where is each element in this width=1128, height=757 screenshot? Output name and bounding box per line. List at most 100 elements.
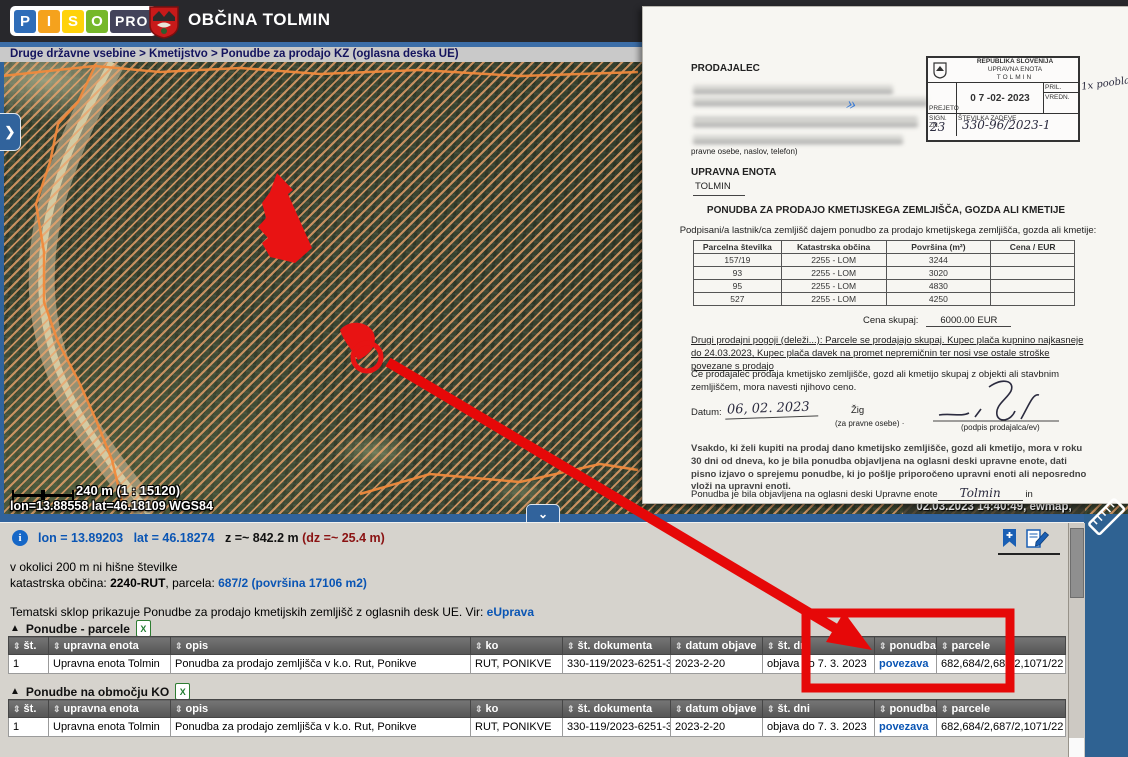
- stamp-date: 0 7 -02- 2023: [957, 83, 1044, 113]
- edit-report-icon[interactable]: [1026, 528, 1050, 549]
- sort-opis[interactable]: ⇕opis: [171, 637, 471, 655]
- doc-zig-label: Žig: [851, 405, 864, 418]
- table1-data-row: 1 Upravna enota Tolmin Ponudba za prodaj…: [9, 655, 1066, 674]
- sort-st[interactable]: ⇕št.: [9, 700, 49, 718]
- stamp-city: TOLMIN: [952, 74, 1078, 82]
- sort-ponudba[interactable]: ⇕ponudba: [875, 637, 937, 655]
- doc-ue-label: UPRAVNA ENOTA: [691, 167, 776, 178]
- icons-underline: [998, 553, 1060, 555]
- bookmark-add-icon[interactable]: [1002, 528, 1017, 548]
- piso-app: P I S O PRO OBČINA TOLMIN Druge državne …: [0, 0, 1128, 757]
- slovenia-coat-of-arms-icon: [931, 61, 949, 79]
- doc-podpis-sub: (podpis prodajalca/ev): [961, 423, 1040, 434]
- redacted-line: [693, 135, 903, 144]
- stamp-country: REPUBLIKA SLOVENIJA: [952, 58, 1078, 66]
- doc-table-row: 952255 - LOM4830: [694, 280, 1075, 293]
- table1-header-row: ⇕št. ⇕upravna enota ⇕opis ⇕ko ⇕št. dokum…: [9, 637, 1066, 655]
- povezava-link[interactable]: povezava: [875, 718, 937, 737]
- sort-datum-objave[interactable]: ⇕datum objave: [671, 700, 763, 718]
- doc-objavljena-line: Ponudba je bila objavljena na oglasni de…: [691, 485, 1121, 502]
- piso-logo[interactable]: P I S O PRO: [10, 6, 157, 36]
- logo-pro-badge: PRO: [110, 10, 153, 33]
- povezava-link[interactable]: povezava: [875, 655, 937, 674]
- sort-ko[interactable]: ⇕ko: [471, 700, 563, 718]
- stamp-unit: UPRAVNA ENOTA: [952, 66, 1078, 74]
- doc-col-parcelna: Parcelna številka: [694, 241, 782, 254]
- table2-title: Ponudbe na območju KO: [26, 685, 169, 699]
- collapse-triangle-icon[interactable]: ▲: [10, 686, 20, 697]
- sort-upravna-enota[interactable]: ⇕upravna enota: [49, 637, 171, 655]
- collapse-triangle-icon[interactable]: ▲: [10, 623, 20, 634]
- stamp-pril-value: 1x pooblastilo: [1081, 72, 1128, 93]
- lon-value: lon = 13.89203: [38, 531, 123, 545]
- sort-st-dni[interactable]: ⇕št. dni: [763, 637, 875, 655]
- info-icon: i: [12, 530, 28, 546]
- parcel-info-line: katastrska občina: 2240-RUT, parcela: 68…: [10, 576, 367, 590]
- map-cursor-coordinates: lon=13.88558 lat=46.18109 WGS84: [10, 499, 213, 513]
- elevation-delta-value: (dz =~ 25.4 m): [302, 531, 385, 545]
- table1-title-row: ▲ Ponudbe - parcele X: [10, 620, 151, 637]
- measure-ruler-icon[interactable]: [1084, 492, 1128, 542]
- doc-cena-value: 6000.00 EUR: [926, 315, 1011, 327]
- offers-ko-area-table: ⇕št. ⇕upravna enota ⇕opis ⇕ko ⇕št. dokum…: [8, 699, 1066, 737]
- right-blue-margin: [1084, 514, 1128, 757]
- sort-parcele[interactable]: ⇕parcele: [937, 700, 1066, 718]
- doc-datum-value: 06, 02. 2023: [725, 399, 818, 419]
- sort-st-dni[interactable]: ⇕št. dni: [763, 700, 875, 718]
- euprava-link[interactable]: eUprava: [487, 605, 534, 619]
- ko-value: 2240-RUT: [110, 576, 165, 590]
- stamp-stevilka-value: 330-96/2023-1: [962, 118, 1051, 132]
- sort-st-dokumenta[interactable]: ⇕št. dokumenta: [563, 700, 671, 718]
- logo-letter-s: S: [62, 10, 84, 33]
- table2-data-row: 1 Upravna enota Tolmin Ponudba za prodaj…: [9, 718, 1066, 737]
- elevation-value: z =~ 842.2 m: [225, 531, 299, 545]
- stamp-pril-label: PRIL.: [1044, 83, 1078, 93]
- doc-table-row: 157/192255 - LOM3244: [694, 254, 1075, 267]
- scanned-offer-document: PRODAJALEC pravne osebe, naslov, telefon…: [642, 6, 1128, 504]
- sort-st-dokumenta[interactable]: ⇕št. dokumenta: [563, 637, 671, 655]
- doc-zig-sub: (za pravne osebe) ·: [835, 419, 904, 430]
- table2-title-row: ▲ Ponudbe na območju KO X: [10, 683, 190, 700]
- sort-datum-objave[interactable]: ⇕datum objave: [671, 637, 763, 655]
- address-info-line: v okolici 200 m ni hišne številke: [10, 560, 177, 574]
- doc-title: PONUDBA ZA PRODAJO KMETIJSKEGA ZEMLJIŠČA…: [643, 205, 1128, 216]
- redacted-line: [693, 85, 893, 94]
- parcel-polygon-large: [258, 173, 312, 263]
- excel-export-icon[interactable]: X: [175, 683, 190, 700]
- stamp-prejeto-label: PREJETO: [928, 83, 957, 113]
- info-panel: i lon = 13.89203 lat = 46.18274 z =~ 842…: [0, 522, 1084, 757]
- doc-col-ko: Katastrska občina: [781, 241, 886, 254]
- panel-collapse-tab[interactable]: ⌄: [526, 504, 560, 522]
- parcel-link[interactable]: 687/2 (površina 17106 m2): [218, 576, 367, 590]
- doc-pogoji: Drugi prodajni pogoji (deleži...): Parce…: [691, 335, 1087, 373]
- query-coordinates: lon = 13.89203 lat = 46.18274 z =~ 842.2…: [38, 531, 385, 545]
- table1-title: Ponudbe - parcele: [26, 622, 130, 636]
- doc-table-row: 5272255 - LOM4250: [694, 293, 1075, 306]
- scrollbar-thumb[interactable]: [1070, 528, 1084, 598]
- stamp-sign-value: 23: [930, 120, 945, 134]
- chevron-down-icon: ⌄: [538, 507, 548, 521]
- sort-st[interactable]: ⇕št.: [9, 637, 49, 655]
- thematic-info-line: Tematski sklop prikazuje Ponudbe za prod…: [10, 605, 534, 619]
- doc-datum-label: Datum:: [691, 407, 722, 420]
- sort-ponudba[interactable]: ⇕ponudba: [875, 700, 937, 718]
- doc-col-cena: Cena / EUR: [991, 241, 1075, 254]
- scrollbar-corner: [1069, 738, 1084, 757]
- redacted-line: [693, 97, 928, 106]
- doc-prodajalec-label: PRODAJALEC: [691, 63, 760, 74]
- logo-letter-p: P: [14, 10, 36, 33]
- doc-intro: Podpisani/a lastnik/ca zemljišč dajem po…: [673, 225, 1103, 238]
- excel-export-icon[interactable]: X: [136, 620, 151, 637]
- panel-top-strip: [0, 514, 1128, 522]
- offers-parcels-table: ⇕št. ⇕upravna enota ⇕opis ⇕ko ⇕št. dokum…: [8, 636, 1066, 674]
- redacted-line: [693, 117, 918, 127]
- doc-objavljena-value: Tolmin: [938, 486, 1023, 501]
- sort-upravna-enota[interactable]: ⇕upravna enota: [49, 700, 171, 718]
- chevron-right-icon: ❯: [5, 124, 16, 140]
- sort-opis[interactable]: ⇕opis: [171, 700, 471, 718]
- sidebar-expand-tab[interactable]: ❯: [0, 113, 21, 151]
- doc-col-povrsina: Površina (m²): [886, 241, 991, 254]
- sort-parcele[interactable]: ⇕parcele: [937, 637, 1066, 655]
- municipality-title: OBČINA TOLMIN: [188, 10, 331, 30]
- sort-ko[interactable]: ⇕ko: [471, 637, 563, 655]
